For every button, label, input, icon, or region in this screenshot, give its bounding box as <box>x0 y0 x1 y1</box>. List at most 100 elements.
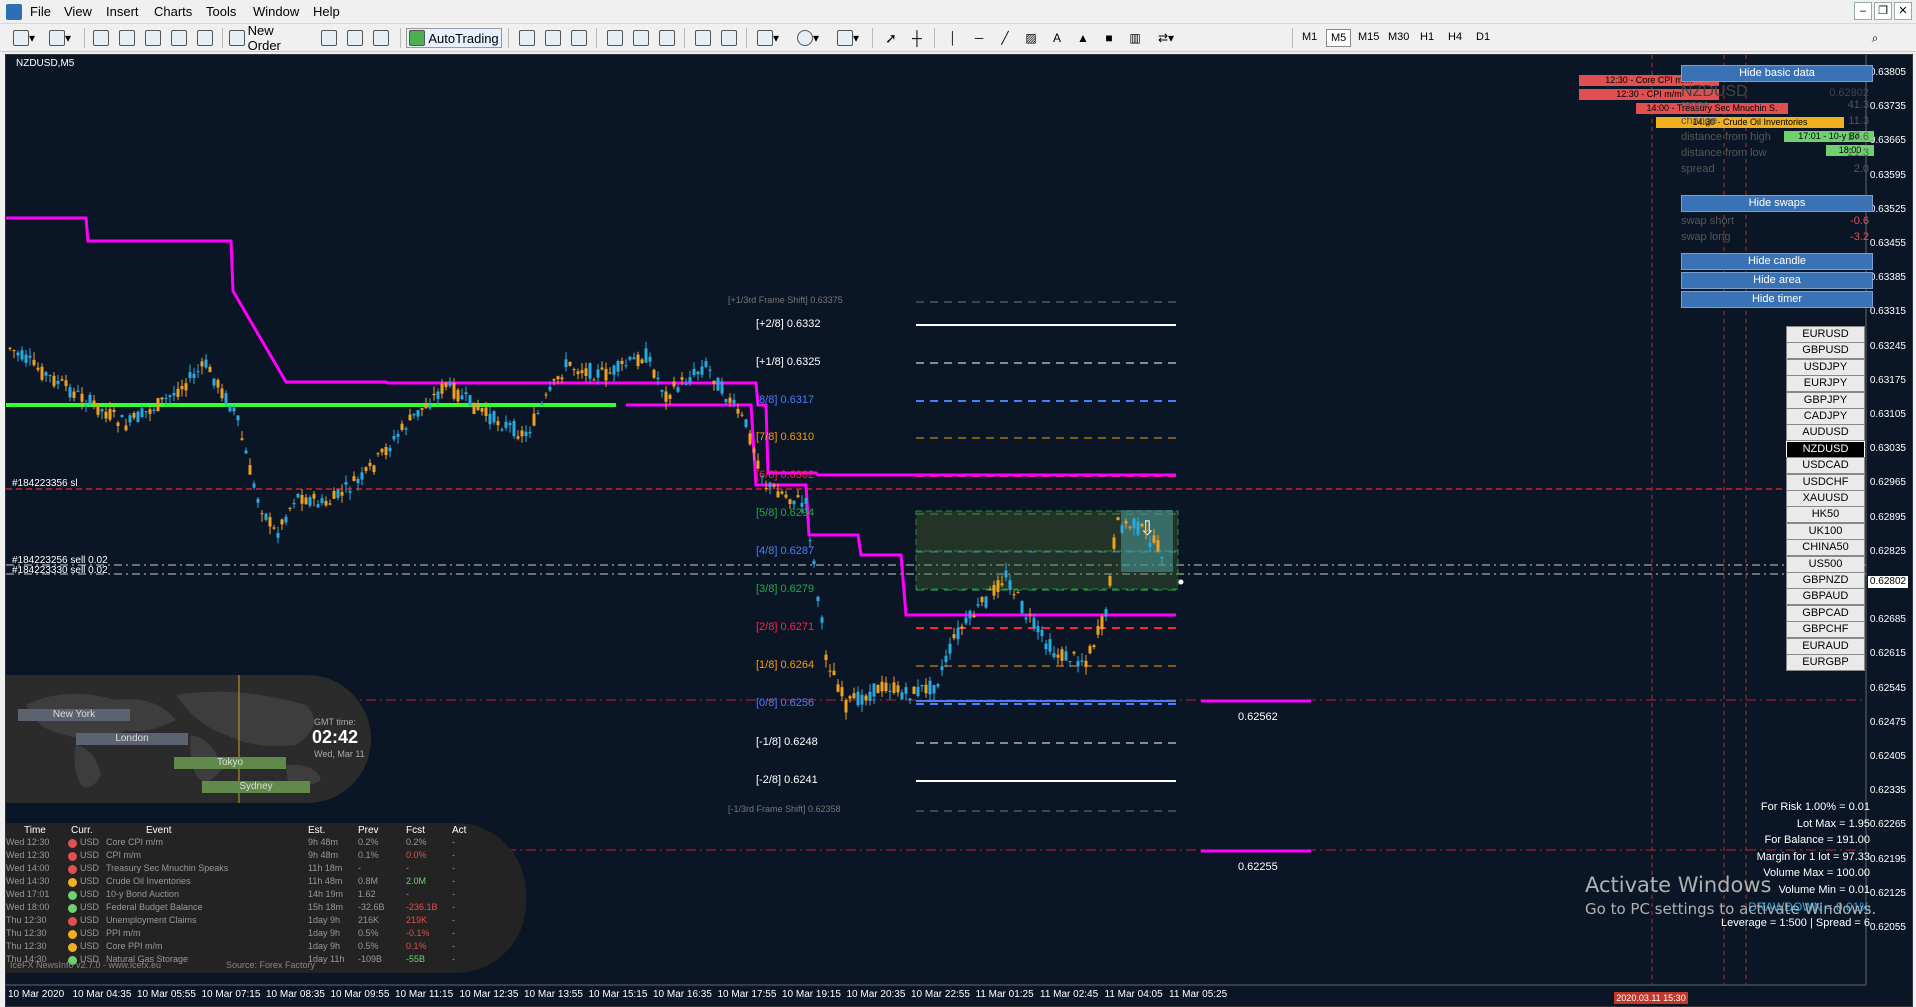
menu-charts[interactable]: Charts <box>150 4 196 19</box>
text-button[interactable]: A <box>1046 28 1068 48</box>
symbol-button-usdchf[interactable]: USDCHF <box>1786 473 1865 491</box>
candle-body <box>260 513 264 515</box>
symbol-button-gbpchf[interactable]: GBPCHF <box>1786 621 1865 639</box>
menu-insert[interactable]: Insert <box>102 4 143 19</box>
candle-body <box>548 386 552 391</box>
symbol-button-china50[interactable]: CHINA50 <box>1786 539 1865 557</box>
auto-scroll-button[interactable] <box>692 28 714 48</box>
chart-shift-button[interactable] <box>718 28 740 48</box>
timeframe-m30[interactable]: M30 <box>1384 29 1413 47</box>
timeframe-m15[interactable]: M15 <box>1354 29 1383 47</box>
candle-body <box>96 403 100 415</box>
fibonacci-button[interactable]: ▥ <box>1124 28 1146 48</box>
gmt-label: GMT time: <box>314 717 356 727</box>
candlestick-icon <box>545 30 561 46</box>
timeframe-h1[interactable]: H1 <box>1416 29 1438 47</box>
candle-body <box>444 382 448 388</box>
data-window-button[interactable] <box>116 28 138 48</box>
timeframe-d1[interactable]: D1 <box>1472 29 1494 47</box>
signals-button[interactable] <box>370 28 392 48</box>
symbol-button-hk50[interactable]: HK50 <box>1786 506 1865 524</box>
candle-body <box>488 413 492 425</box>
periods-button[interactable]: ▾ <box>792 28 824 48</box>
symbol-button-usdcad[interactable]: USDCAD <box>1786 457 1865 475</box>
symbol-button-audusd[interactable]: AUDUSD <box>1786 424 1865 442</box>
hide-candle-button[interactable]: Hide candle <box>1681 253 1873 270</box>
symbol-button-gbpusd[interactable]: GBPUSD <box>1786 342 1865 360</box>
horizontal-line-button[interactable]: ─ <box>968 28 990 48</box>
symbol-button-gbpaud[interactable]: GBPAUD <box>1786 588 1865 606</box>
minimize-icon[interactable]: – <box>1854 2 1872 20</box>
hide-timer-button[interactable]: Hide timer <box>1681 291 1873 308</box>
symbol-button-gbpnzd[interactable]: GBPNZD <box>1786 572 1865 589</box>
menu-help[interactable]: Help <box>309 4 344 19</box>
market-watch-button[interactable] <box>90 28 112 48</box>
line-chart-button[interactable] <box>568 28 590 48</box>
tile-windows-button[interactable] <box>656 28 678 48</box>
news-header-est: Est. <box>308 825 326 836</box>
symbol-button-usdjpy[interactable]: USDJPY <box>1786 358 1865 376</box>
market-button[interactable] <box>344 28 366 48</box>
cursor-button[interactable]: ➚ <box>880 28 902 48</box>
timeframe-h4[interactable]: H4 <box>1444 29 1466 47</box>
new-chart-button[interactable]: ▾ <box>8 28 40 48</box>
candlestick-button[interactable] <box>542 28 564 48</box>
timeframe-m1[interactable]: M1 <box>1298 29 1321 47</box>
zoom-out-button[interactable] <box>630 28 652 48</box>
risk-info-line: Lot Max = 1.95 <box>1796 817 1870 830</box>
vertical-line-button[interactable]: │ <box>942 28 964 48</box>
search-button[interactable]: ⌕ <box>1864 28 1886 48</box>
hide-area-button[interactable]: Hide area <box>1681 272 1873 289</box>
crosshair-button[interactable]: ┼ <box>906 28 928 48</box>
tester-button[interactable] <box>194 28 216 48</box>
symbol-button-eurjpy[interactable]: EURJPY <box>1786 375 1865 393</box>
news-cell-time: Wed 17:01 <box>6 889 50 899</box>
menu-window[interactable]: Window <box>249 4 303 19</box>
chart-window[interactable]: ⇩ NZDUSD,M5 [+1/3rd Frame Shift] 0.63375… <box>5 54 1913 1007</box>
templates-button[interactable]: ▾ <box>832 28 864 48</box>
swap-row-label: swap short <box>1681 215 1735 227</box>
candle-body <box>876 684 880 694</box>
new-order-button[interactable]: New Order <box>228 23 310 53</box>
bar-chart-button[interactable] <box>516 28 538 48</box>
hide-basic-data-button[interactable]: Hide basic data <box>1681 65 1873 82</box>
restore-icon[interactable]: ❐ <box>1874 2 1892 20</box>
new-order-label: New Order <box>247 23 281 53</box>
news-cell-act: - <box>452 941 455 951</box>
timeframe-m5[interactable]: M5 <box>1326 29 1352 47</box>
candle-body <box>1084 660 1088 667</box>
symbol-button-gbpjpy[interactable]: GBPJPY <box>1786 391 1865 409</box>
symbol-button-euraud[interactable]: EURAUD <box>1786 637 1865 655</box>
symbol-button-gbpcad[interactable]: GBPCAD <box>1786 604 1865 622</box>
text-label-button[interactable]: ▲ <box>1072 28 1094 48</box>
navigator-button[interactable] <box>142 28 164 48</box>
menu-view[interactable]: View <box>60 4 96 19</box>
menu-tools[interactable]: Tools <box>202 4 240 19</box>
candle-body <box>748 433 752 445</box>
channel-button[interactable]: ▨ <box>1020 28 1042 48</box>
symbol-button-nzdusd[interactable]: NZDUSD <box>1786 440 1865 458</box>
trendline-button[interactable]: ╱ <box>994 28 1016 48</box>
panel-row-value: 0.62802 <box>1829 87 1869 99</box>
metaeditor-button[interactable] <box>318 28 340 48</box>
close-icon[interactable]: ✕ <box>1894 2 1912 20</box>
news-header-prev: Prev <box>358 825 379 836</box>
menu-file[interactable]: File <box>26 4 55 19</box>
terminal-button[interactable] <box>168 28 190 48</box>
hide-swaps-button[interactable]: Hide swaps <box>1681 195 1873 212</box>
symbol-button-eurgbp[interactable]: EURGBP <box>1786 654 1865 671</box>
rectangle-button[interactable]: ■ <box>1098 28 1120 48</box>
symbol-button-cadjpy[interactable]: CADJPY <box>1786 408 1865 425</box>
symbol-button-xauusd[interactable]: XAUUSD <box>1786 490 1865 507</box>
symbol-button-us500[interactable]: US500 <box>1786 555 1865 573</box>
candle-body <box>604 368 608 381</box>
zoom-in-button[interactable] <box>604 28 626 48</box>
order-label-sl: #184223356 sl <box>12 478 78 489</box>
arrows-button[interactable]: ⇄ ▾ <box>1150 28 1182 48</box>
current-price-dot <box>1178 579 1184 585</box>
autotrading-button[interactable]: AutoTrading <box>406 28 502 48</box>
symbol-button-eurusd[interactable]: EURUSD <box>1786 326 1865 343</box>
profiles-button[interactable]: ▾ <box>44 28 76 48</box>
symbol-button-uk100[interactable]: UK100 <box>1786 522 1865 540</box>
indicators-button[interactable]: ▾ <box>752 28 784 48</box>
